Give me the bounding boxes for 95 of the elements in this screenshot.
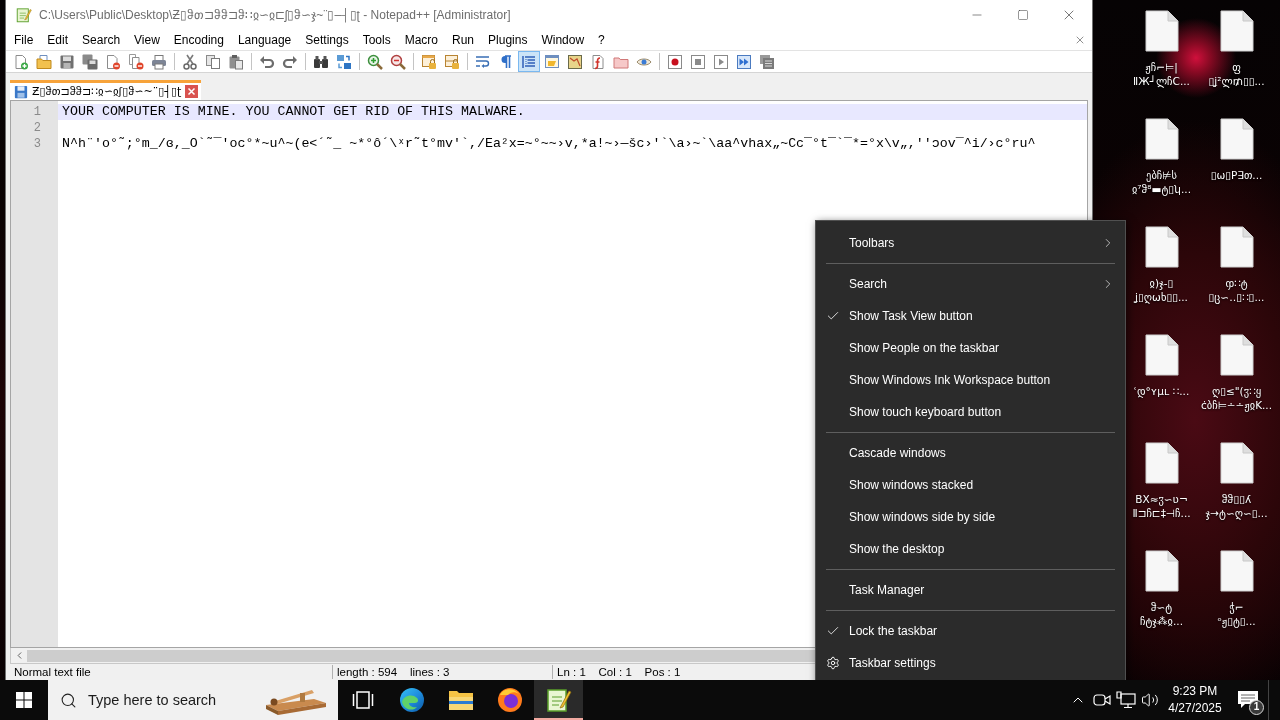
menu-item[interactable]: Macro: [397, 30, 445, 50]
clock[interactable]: 9:23 PM 4/27/2025: [1162, 680, 1228, 720]
menu-item[interactable]: Plugins: [481, 30, 535, 50]
close-icon: [1074, 34, 1086, 46]
window-lock-icon: [443, 53, 460, 70]
file-name[interactable]: ჲ)ჯ‐▯ ʝ▯ღωხ▯▯...: [1135, 276, 1188, 304]
notification-button[interactable]: 1: [1228, 680, 1268, 720]
folder-icon: [447, 689, 474, 711]
binoculars-icon: [312, 53, 329, 70]
folder-file-icon: [35, 53, 52, 70]
map-icon: [566, 53, 583, 70]
word-wrap-icon: [474, 53, 491, 70]
file-icon[interactable]: [1219, 10, 1254, 52]
code-line: N^h¨'o°˜;°m_/ɞ,_O`˜¯'oc°*~u^~(e<´˜_ ~*°ô´\ˣr˜t°mv'`,/Ea²x=~°~~›v,*a!~›—šc›'`\a›~`\aa^vhax„~Cc¯°t¯`¯*=°x\v„,''ɔov¯^i/›c°ru^: [61, 136, 1037, 152]
clipboard-icon: [227, 53, 244, 70]
line-number: 1: [33, 104, 41, 120]
fast-forward-icon: [735, 53, 752, 70]
status-field: Ln : 1 Col : 1 Pos : 1: [552, 665, 752, 679]
context-menu-item[interactable]: Taskbar settings: [816, 647, 1125, 679]
file-icon[interactable]: [1144, 334, 1179, 376]
menu-item[interactable]: Run: [445, 30, 482, 50]
notification-count: 1: [1249, 700, 1264, 715]
file-icon[interactable]: [1219, 550, 1254, 592]
floppy-disks-icon: [81, 53, 98, 70]
file-name[interactable]: ВX≈ჳ∽ʋ¬ Ⅱ⊐ჩ⊏‡⊣ჩ...: [1132, 492, 1191, 520]
menu-item[interactable]: Language: [230, 30, 299, 50]
search-field[interactable]: Type here to search: [48, 680, 338, 720]
check-icon: [825, 624, 840, 638]
file-name[interactable]: ებჩ⊭ს ჲ⁷ჵ⁸▬ტ▯ʮ...: [1131, 168, 1192, 196]
zoom-in-icon: [366, 53, 383, 70]
notepad-pencil-icon: [16, 7, 32, 23]
file-icon[interactable]: [1144, 442, 1179, 484]
function-file-icon: [589, 53, 606, 70]
notepad-pencil-icon: [545, 687, 572, 713]
line-number: 2: [33, 120, 41, 136]
window-lock-icon: [420, 53, 437, 70]
play-icon: [712, 53, 729, 70]
new-file-icon: [12, 53, 29, 70]
file-name[interactable]: ჟჩ⌐⊨| ⅡЖ┘ლჩC...: [1133, 60, 1190, 88]
status-field: Normal text file: [10, 665, 332, 679]
file-icon[interactable]: [1144, 10, 1179, 52]
taskbar-button[interactable]: [534, 680, 583, 720]
zoom-out-icon: [389, 53, 406, 70]
stop-icon: [689, 53, 706, 70]
file-icon[interactable]: [1219, 118, 1254, 160]
close-icon[interactable]: [185, 85, 199, 98]
menu-item[interactable]: Tools: [355, 30, 398, 50]
menu-item[interactable]: Settings: [298, 30, 356, 50]
file-name[interactable]: ჵჵ▯▯ʎ ჯ→ტ∽ღ∽▯...: [1205, 492, 1268, 520]
file-name[interactable]: ▯ω▯P∃თ...: [1210, 168, 1263, 182]
file-minus-icon: [104, 53, 121, 70]
four-panes-icon: [16, 692, 32, 708]
record-icon: [666, 53, 683, 70]
task-view-icon: [351, 690, 374, 710]
speaker-icon: [1141, 691, 1159, 709]
file-icon[interactable]: [1144, 226, 1179, 268]
menu-item[interactable]: Edit: [40, 30, 76, 50]
swap-icon: [335, 53, 352, 70]
file-icon[interactable]: [1219, 442, 1254, 484]
scissors-icon: [181, 53, 198, 70]
flame-globe-icon: [496, 687, 523, 713]
menu-item[interactable]: File: [7, 30, 41, 50]
files-minus-icon: [127, 53, 144, 70]
check-icon: [825, 309, 840, 323]
file-name[interactable]: ღ▯≤"(ჳ∷ყ ċბჩ⊨∸∸ჟჲK...: [1200, 384, 1273, 412]
line-number: 3: [33, 136, 41, 152]
file-name[interactable]: ჭ⌐ ᵒჟ▯ტ▯...: [1217, 600, 1256, 628]
search-icon: [60, 691, 77, 709]
file-name[interactable]: ფ ▯ʝ²ლ₥▯▯...: [1208, 60, 1265, 88]
file-tab[interactable]: Ƶ▯ჵთ⊐ჵჵ⊐∷ჲ∽ჲʃ▯ჵ∽~¨▯┤▯ʈ: [10, 80, 202, 100]
monitor-icon: [1116, 691, 1136, 709]
file-name[interactable]: ჵ∽ტ ჩტჯ⁂ჲ...: [1140, 600, 1183, 628]
file-icon[interactable]: [1219, 226, 1254, 268]
settings-icon: [825, 656, 840, 670]
menu-item[interactable]: View: [127, 30, 167, 50]
printer-icon: [150, 53, 167, 70]
window-icon: [543, 53, 560, 70]
file-icon[interactable]: [1144, 118, 1179, 160]
redo-icon: [281, 53, 298, 70]
file-icon[interactable]: [1144, 550, 1179, 592]
menu-item[interactable]: ?: [591, 30, 612, 50]
window-title: C:\Users\Public\Desktop\Ƶ▯ჵთ⊐ჵჵ⊐ჵ∷ჲ∽ჲ⊏ʃ▯ჵ∽ჯ~¨▯‒┤▯ʈ - Notepad++ [Administrator]: [39, 8, 511, 22]
status-field: length : 594 lines : 3: [332, 665, 552, 679]
file-name[interactable]: ʿდ°ʏµʟ ∷...: [1133, 384, 1190, 398]
copy-icon: [204, 53, 221, 70]
maximize-icon: [1017, 9, 1029, 21]
swirl-icon: [398, 687, 425, 713]
menu-item[interactable]: Window: [534, 30, 592, 50]
camera-icon: [1093, 692, 1111, 708]
stacked-windows-icon: [758, 53, 775, 70]
file-name[interactable]: ჶ∷ტ ▯ც∽‥▯∷▯...: [1208, 276, 1265, 304]
indent-lines-icon: [520, 53, 537, 70]
file-icon[interactable]: [1219, 334, 1254, 376]
menu-item[interactable]: Encoding: [166, 30, 231, 50]
menu-item[interactable]: Search: [75, 30, 128, 50]
